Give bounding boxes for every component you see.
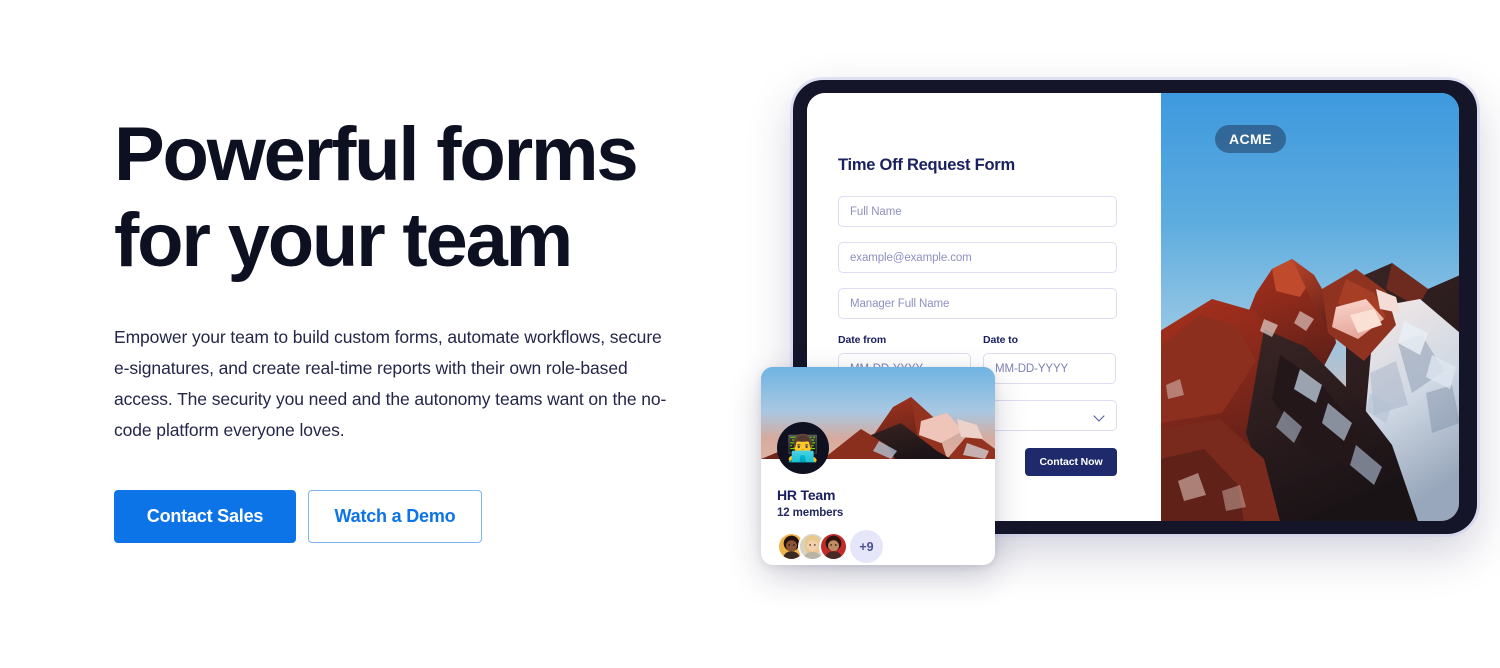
mountain-photo-pane: ACME xyxy=(1161,93,1459,521)
contact-sales-button[interactable]: Contact Sales xyxy=(114,490,296,543)
watch-demo-button[interactable]: Watch a Demo xyxy=(308,490,482,543)
person-on-laptop-icon: 👨‍💻 xyxy=(777,422,829,474)
avatar-face-3 xyxy=(821,534,846,559)
date-to-label: Date to xyxy=(983,334,1018,346)
date-from-label: Date from xyxy=(838,334,887,346)
mountain-illustration xyxy=(1161,93,1459,521)
hr-card-body: HR Team 12 members +9 xyxy=(761,459,995,563)
avatar[interactable] xyxy=(819,532,848,561)
full-name-field[interactable]: Full Name xyxy=(838,196,1117,227)
team-member-count: 12 members xyxy=(777,507,844,519)
team-name: HR Team xyxy=(777,487,836,503)
avatar-overflow-badge[interactable]: +9 xyxy=(850,530,883,563)
hero-subtitle: Empower your team to build custom forms,… xyxy=(114,327,667,440)
hr-team-card[interactable]: 👨‍💻 HR Team 12 members xyxy=(761,367,995,565)
form-title: Time Off Request Form xyxy=(838,156,1015,174)
email-field[interactable]: example@example.com xyxy=(838,242,1117,273)
full-name-placeholder: Full Name xyxy=(850,205,902,218)
cta-button-row: Contact Sales Watch a Demo xyxy=(114,490,714,543)
chevron-down-icon xyxy=(1094,411,1104,421)
manager-name-field[interactable]: Manager Full Name xyxy=(838,288,1117,319)
member-avatar-stack: +9 xyxy=(777,530,979,563)
date-to-field[interactable]: MM-DD-YYYY xyxy=(983,353,1116,384)
hero-page: Powerful forms for your team Empower you… xyxy=(0,0,1500,668)
date-to-placeholder: MM-DD-YYYY xyxy=(995,362,1069,375)
date-to-group: Date to MM-DD-YYYY xyxy=(983,334,1116,384)
hero-section: Powerful forms for your team Empower you… xyxy=(114,112,714,543)
acme-brand-badge: ACME xyxy=(1215,125,1286,153)
email-placeholder: example@example.com xyxy=(850,251,972,264)
contact-now-button[interactable]: Contact Now xyxy=(1025,448,1117,476)
manager-name-placeholder: Manager Full Name xyxy=(850,297,950,310)
page-title: Powerful forms for your team xyxy=(114,112,639,283)
